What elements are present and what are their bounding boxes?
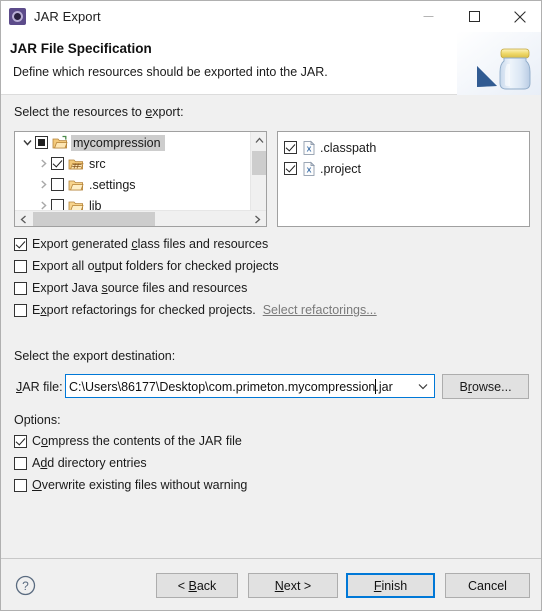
window-title: JAR Export xyxy=(34,9,101,24)
option-compress-contents[interactable]: Compress the contents of the JAR file xyxy=(14,434,242,448)
folder-icon xyxy=(68,177,84,193)
checkbox[interactable] xyxy=(14,434,27,448)
page-description: Define which resources should be exporte… xyxy=(13,65,328,79)
source-folder-icon xyxy=(68,156,84,172)
tree-horizontal-scrollbar[interactable] xyxy=(15,210,266,226)
resource-tree[interactable]: mycompression src .settings lib xyxy=(14,131,267,227)
resource-file-list[interactable]: X .classpath X .project xyxy=(277,131,530,227)
destination-label: Select the export destination: xyxy=(14,349,176,363)
checkbox[interactable] xyxy=(14,478,27,492)
tree-row-label: src xyxy=(89,156,106,171)
option-label: Export Java source files and resources xyxy=(32,281,248,295)
option-label: Export refactorings for checked projects… xyxy=(32,303,256,317)
next-button[interactable]: Next > xyxy=(248,573,338,598)
svg-text:X: X xyxy=(307,144,312,153)
jar-file-combo[interactable]: C:\Users\86177\Desktop\com.primeton.myco… xyxy=(65,374,435,398)
tree-checkbox[interactable] xyxy=(51,157,64,170)
tree-row[interactable]: mycompression xyxy=(15,132,251,153)
svg-text:?: ? xyxy=(22,579,29,593)
scroll-right-icon[interactable] xyxy=(249,211,266,226)
select-refactorings-link[interactable]: Select refactorings... xyxy=(263,303,377,317)
jar-file-input[interactable]: C:\Users\86177\Desktop\com.primeton.myco… xyxy=(66,378,412,394)
checkbox[interactable] xyxy=(14,237,27,251)
svg-text:X: X xyxy=(307,165,312,174)
option-label: Add directory entries xyxy=(32,456,147,470)
tree-row-label: .settings xyxy=(89,177,136,192)
scrollbar-thumb[interactable] xyxy=(33,212,155,226)
list-item-label: .classpath xyxy=(320,140,377,155)
checkbox[interactable] xyxy=(14,456,27,470)
page-title: JAR File Specification xyxy=(10,41,152,56)
browse-button-label: Browse... xyxy=(459,379,512,394)
options-label: Options: xyxy=(14,413,61,427)
tree-row[interactable]: src xyxy=(15,153,251,174)
scroll-up-icon[interactable] xyxy=(251,132,266,149)
jar-file-text-after-caret: .jar xyxy=(375,379,393,394)
jar-bottle-icon xyxy=(457,32,541,95)
browse-button[interactable]: Browse... xyxy=(442,374,529,399)
checkbox[interactable] xyxy=(14,259,27,273)
checkbox[interactable] xyxy=(14,303,27,317)
chevron-right-icon[interactable] xyxy=(35,174,51,195)
title-bar: JAR Export xyxy=(1,1,541,32)
file-checkbox[interactable] xyxy=(284,141,297,154)
resources-label: Select the resources to export: xyxy=(14,105,184,119)
xml-file-icon: X xyxy=(301,140,317,156)
finish-button-label: Finish xyxy=(373,578,408,593)
list-item[interactable]: X .project xyxy=(284,158,529,179)
list-item-label: .project xyxy=(320,161,361,176)
list-item[interactable]: X .classpath xyxy=(284,137,529,158)
option-label: Export all output folders for checked pr… xyxy=(32,259,279,273)
tree-row-label: mycompression xyxy=(71,134,165,151)
cancel-button-label: Cancel xyxy=(468,578,507,593)
scroll-left-icon[interactable] xyxy=(15,211,32,226)
back-button-label: < Back xyxy=(177,578,217,593)
page-header: JAR File Specification Define which reso… xyxy=(1,32,541,95)
option-label: Compress the contents of the JAR file xyxy=(32,434,242,448)
minimize-button[interactable] xyxy=(405,1,451,32)
jar-file-label: JAR file: xyxy=(16,380,63,394)
chevron-down-icon[interactable] xyxy=(19,132,35,153)
option-label: Export generated class files and resourc… xyxy=(32,237,269,251)
option-export-refactorings[interactable]: Export refactorings for checked projects… xyxy=(14,303,377,317)
scrollbar-thumb[interactable] xyxy=(252,151,266,175)
next-button-label: Next > xyxy=(274,578,312,593)
close-button[interactable] xyxy=(497,1,541,32)
checkbox[interactable] xyxy=(14,281,27,295)
option-export-generated-class-files[interactable]: Export generated class files and resourc… xyxy=(14,237,268,251)
jar-file-text-before-caret: C:\Users\86177\Desktop\com.primeton.myco… xyxy=(69,379,376,394)
option-overwrite-existing-files[interactable]: Overwrite existing files without warning xyxy=(14,478,247,492)
option-label: Overwrite existing files without warning xyxy=(32,478,248,492)
chevron-right-icon[interactable] xyxy=(35,153,51,174)
tree-row[interactable]: .settings xyxy=(15,174,251,195)
cancel-button[interactable]: Cancel xyxy=(445,573,530,598)
tree-checkbox[interactable] xyxy=(51,178,64,191)
finish-button[interactable]: Finish xyxy=(346,573,435,598)
xml-file-icon: X xyxy=(301,161,317,177)
option-export-all-output-folders[interactable]: Export all output folders for checked pr… xyxy=(14,259,279,273)
option-add-directory-entries[interactable]: Add directory entries xyxy=(14,456,147,470)
tree-checkbox[interactable] xyxy=(35,136,48,149)
jar-export-dialog: JAR Export JAR File Specification Define… xyxy=(0,0,542,611)
back-button[interactable]: < Back xyxy=(156,573,238,598)
window-controls xyxy=(405,1,541,32)
file-checkbox[interactable] xyxy=(284,162,297,175)
option-export-java-source-files[interactable]: Export Java source files and resources xyxy=(14,281,247,295)
jar-export-icon xyxy=(9,8,26,25)
help-icon[interactable]: ? xyxy=(15,575,36,599)
project-folder-icon xyxy=(52,135,68,151)
maximize-button[interactable] xyxy=(451,1,497,32)
chevron-down-icon[interactable] xyxy=(412,375,434,397)
